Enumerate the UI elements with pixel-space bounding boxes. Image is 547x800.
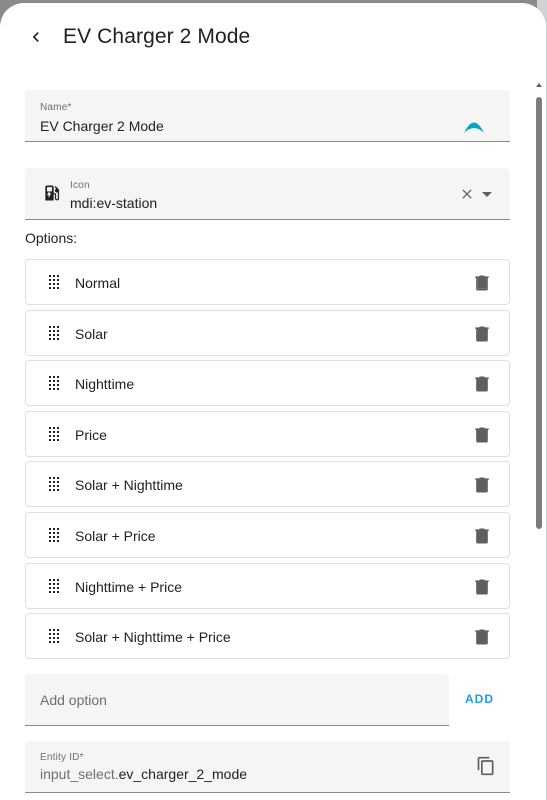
- trash-icon: [475, 326, 489, 342]
- option-label: Solar + Nighttime: [75, 477, 183, 494]
- drag-handle-icon[interactable]: [46, 476, 62, 492]
- list-item: Solar + Price: [25, 511, 510, 558]
- list-item: Nighttime: [25, 360, 510, 407]
- drag-handle-icon[interactable]: [46, 578, 62, 594]
- scroll-up-arrow-icon: [536, 83, 542, 87]
- delete-option-button[interactable]: [471, 576, 493, 598]
- trash-icon: [475, 477, 489, 493]
- option-label: Nighttime + Price: [75, 578, 182, 595]
- close-icon: [462, 189, 472, 199]
- name-field-value[interactable]: EV Charger 2 Mode: [40, 118, 164, 134]
- option-list: Normal Solar Nighttime Price Solar + Nig: [25, 259, 510, 660]
- list-item: Solar + Nighttime + Price: [25, 613, 510, 660]
- scroll-thumb[interactable]: [536, 97, 542, 529]
- delete-option-button[interactable]: [471, 474, 493, 496]
- entity-id-prefix: input_select.: [40, 766, 119, 783]
- trash-icon: [475, 376, 489, 392]
- form-content: Name* EV Charger 2 Mode Icon mdi:ev-stat…: [25, 90, 510, 794]
- delete-option-button[interactable]: [471, 272, 493, 294]
- icon-field[interactable]: Icon mdi:ev-station: [25, 168, 510, 220]
- trash-icon: [475, 528, 489, 544]
- back-button[interactable]: [20, 21, 52, 53]
- drag-handle-icon[interactable]: [46, 274, 62, 290]
- drag-handle-icon[interactable]: [46, 375, 62, 391]
- list-item: Normal: [25, 259, 510, 305]
- entity-id-value[interactable]: input_select.ev_charger_2_mode: [40, 766, 247, 782]
- trash-icon: [475, 629, 489, 645]
- list-item: Price: [25, 410, 510, 457]
- trash-icon: [475, 427, 489, 443]
- name-field[interactable]: Name* EV Charger 2 Mode: [25, 90, 510, 142]
- dialog-header: EV Charger 2 Mode: [0, 3, 546, 71]
- delete-option-button[interactable]: [471, 525, 493, 547]
- options-label: Options:: [25, 230, 78, 246]
- home-assistant-logo-icon: [464, 122, 484, 133]
- drag-handle-icon[interactable]: [46, 527, 62, 543]
- option-label: Solar + Nighttime + Price: [75, 629, 231, 646]
- option-label: Price: [75, 426, 107, 443]
- chevron-left-icon: [32, 32, 39, 42]
- ev-station-icon: [45, 185, 60, 201]
- delete-option-button[interactable]: [471, 373, 493, 395]
- entity-id-name: ev_charger_2_mode: [118, 766, 248, 783]
- icon-field-label: Icon: [70, 180, 90, 191]
- drag-handle-icon[interactable]: [46, 628, 62, 644]
- delete-option-button[interactable]: [471, 424, 493, 446]
- drag-handle-icon[interactable]: [46, 426, 62, 442]
- list-item: Nighttime + Price: [25, 562, 510, 609]
- trash-icon: [475, 275, 489, 291]
- trash-icon: [475, 579, 489, 595]
- name-field-label: Name*: [40, 102, 72, 113]
- add-option-row: ADD: [25, 674, 510, 727]
- entity-id-label: Entity ID*: [40, 752, 84, 764]
- option-label: Normal: [75, 275, 121, 291]
- copy-entity-id-button[interactable]: [476, 756, 496, 776]
- icon-field-value[interactable]: mdi:ev-station: [70, 195, 157, 211]
- option-label: Solar: [75, 325, 108, 342]
- delete-option-button[interactable]: [471, 626, 493, 648]
- page-title: EV Charger 2 Mode: [63, 25, 251, 48]
- drag-handle-icon[interactable]: [46, 325, 62, 341]
- list-item: Solar + Nighttime: [25, 461, 510, 508]
- list-item: Solar: [25, 309, 510, 356]
- add-option-input[interactable]: [25, 674, 449, 727]
- scrollbar[interactable]: [535, 79, 543, 799]
- option-label: Nighttime: [75, 376, 135, 393]
- delete-option-button[interactable]: [471, 323, 493, 345]
- copy-icon: [477, 756, 494, 776]
- add-option-button[interactable]: ADD: [465, 692, 494, 706]
- entity-id-field[interactable]: Entity ID* input_select.ev_charger_2_mod…: [25, 741, 510, 794]
- option-label: Solar + Price: [75, 527, 156, 544]
- dialog: EV Charger 2 Mode Name* EV Charger 2 Mod…: [0, 3, 546, 800]
- caret-down-icon: [482, 192, 492, 197]
- clear-icon-button[interactable]: [459, 186, 475, 202]
- icon-dropdown-button[interactable]: [480, 188, 494, 200]
